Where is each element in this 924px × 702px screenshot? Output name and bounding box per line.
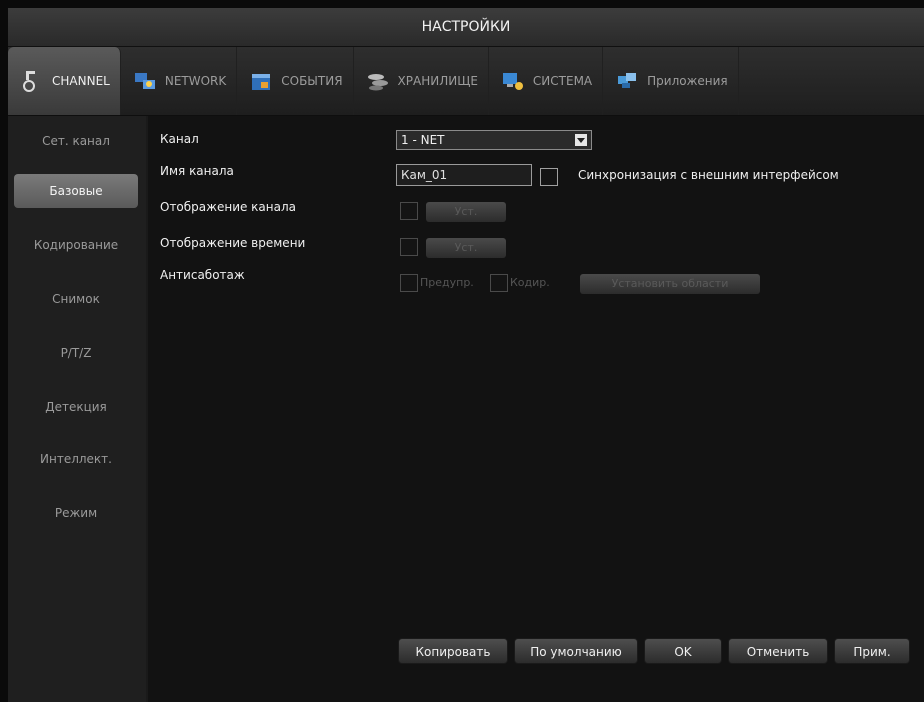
channel-name-label: Имя канала xyxy=(160,164,234,178)
apps-icon xyxy=(615,69,639,93)
sidebar-item-basic[interactable]: Базовые xyxy=(14,174,138,208)
window-title: НАСТРОЙКИ xyxy=(8,8,924,47)
tab-storage[interactable]: ХРАНИЛИЩЕ xyxy=(354,47,489,115)
antisabotage-warn-label: Предупр. xyxy=(420,276,474,289)
show-time-label: Отображение времени xyxy=(160,236,306,250)
camera-icon xyxy=(20,69,44,93)
tab-network[interactable]: NETWORK xyxy=(121,47,238,115)
channel-label: Канал xyxy=(160,132,199,146)
tab-label: ХРАНИЛИЩЕ xyxy=(397,74,478,88)
settings-window: НАСТРОЙКИ CHANNEL NETWORK СОБЫТИЯ ХРАНИЛ… xyxy=(8,8,924,702)
sidebar: Сет. канал Базовые Кодирование Снимок P/… xyxy=(8,116,146,702)
system-icon xyxy=(501,69,525,93)
tab-label: CHANNEL xyxy=(52,74,110,88)
channel-select[interactable]: 1 - NET xyxy=(396,130,592,150)
network-icon xyxy=(133,69,157,93)
apply-button[interactable]: Прим. xyxy=(834,638,910,664)
show-time-checkbox[interactable] xyxy=(400,238,418,256)
tab-system[interactable]: СИСТЕМА xyxy=(489,47,604,115)
antisabotage-code-checkbox[interactable] xyxy=(490,274,508,292)
sidebar-item-encoding[interactable]: Кодирование xyxy=(14,228,138,262)
settings-panel: Канал 1 - NET Имя канала Кам_01 Синхрони… xyxy=(148,116,924,702)
default-button[interactable]: По умолчанию xyxy=(514,638,638,664)
tab-label: СИСТЕМА xyxy=(532,74,593,88)
sidebar-item-ptz[interactable]: P/T/Z xyxy=(14,336,138,370)
tab-label: Приложения xyxy=(647,74,728,88)
show-channel-label: Отображение канала xyxy=(160,200,297,214)
antisabotage-code-label: Кодир. xyxy=(510,276,550,289)
sidebar-item-mode[interactable]: Режим xyxy=(14,496,138,530)
show-channel-set-button[interactable]: Уст. xyxy=(426,202,506,222)
sync-label: Синхронизация с внешним интерфейсом xyxy=(578,168,839,182)
show-channel-checkbox[interactable] xyxy=(400,202,418,220)
sidebar-item-intelligence[interactable]: Интеллект. xyxy=(14,442,138,476)
sidebar-item-net-channel[interactable]: Сет. канал xyxy=(14,124,138,158)
chevron-down-icon[interactable] xyxy=(575,134,587,146)
tab-bar: CHANNEL NETWORK СОБЫТИЯ ХРАНИЛИЩЕ СИСТЕМ… xyxy=(8,47,924,116)
sync-checkbox[interactable] xyxy=(540,168,558,186)
show-time-set-button[interactable]: Уст. xyxy=(426,238,506,258)
antisabotage-warn-checkbox[interactable] xyxy=(400,274,418,292)
cancel-button[interactable]: Отменить xyxy=(728,638,828,664)
tab-channel[interactable]: CHANNEL xyxy=(8,47,121,115)
tab-label: СОБЫТИЯ xyxy=(281,74,343,88)
sidebar-item-detection[interactable]: Детекция xyxy=(14,390,138,424)
storage-icon xyxy=(366,69,390,93)
calendar-icon xyxy=(249,69,273,93)
channel-select-value: 1 - NET xyxy=(401,133,445,147)
ok-button[interactable]: OK xyxy=(644,638,722,664)
tab-label: NETWORK xyxy=(164,74,227,88)
sidebar-item-snapshot[interactable]: Снимок xyxy=(14,282,138,316)
copy-button[interactable]: Копировать xyxy=(398,638,508,664)
antisabotage-label: Антисаботаж xyxy=(160,268,245,282)
tab-events[interactable]: СОБЫТИЯ xyxy=(237,47,354,115)
tab-apps[interactable]: Приложения xyxy=(603,47,739,115)
set-areas-button[interactable]: Установить области xyxy=(580,274,760,294)
channel-name-input[interactable]: Кам_01 xyxy=(396,164,532,186)
